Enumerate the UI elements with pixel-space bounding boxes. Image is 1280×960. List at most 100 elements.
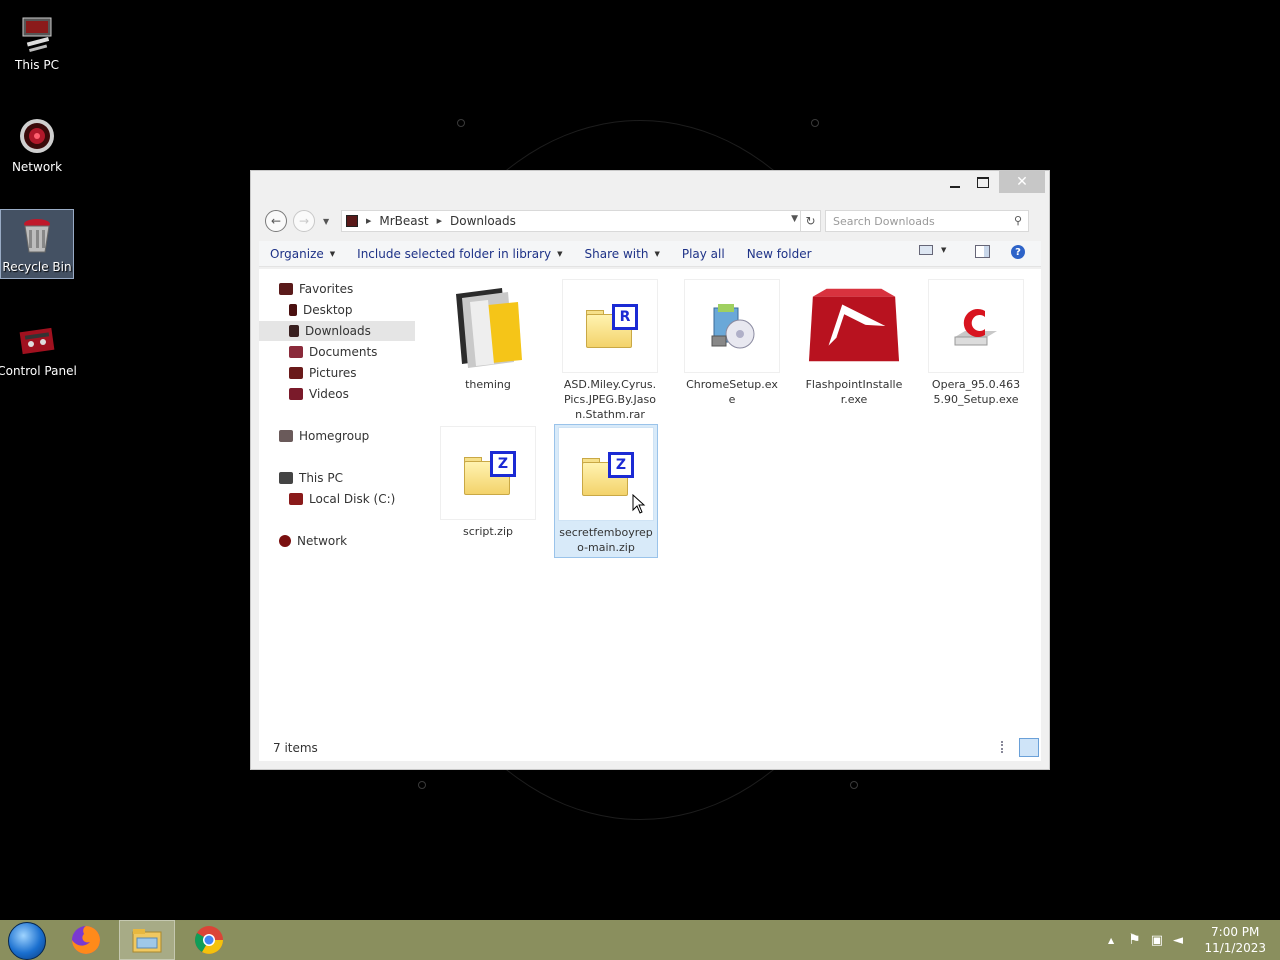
refresh-button[interactable]: ↻ [800,211,820,231]
breadcrumb-separator-icon: ▶ [436,217,442,225]
start-button[interactable] [8,922,46,960]
network-status-icon[interactable]: ▣ [1151,933,1163,948]
desktop-icon-this-pc[interactable]: This PC [0,8,74,78]
chevron-down-icon[interactable]: ▼ [791,214,798,224]
maximize-button[interactable] [969,171,997,193]
nav-favorites[interactable]: Favorites [279,279,353,299]
file-item-selected[interactable]: Z secretfemboyrepo-main.zip [554,424,658,558]
back-arrow-icon: ← [270,214,282,228]
play-all-button[interactable]: Play all [673,247,734,261]
change-view-button[interactable]: ▼ [919,245,946,255]
minimize-button[interactable] [941,171,969,193]
breadcrumb-item-mrbeast[interactable]: MrBeast [379,214,428,228]
pictures-icon [289,367,303,379]
clock-time: 7:00 PM [1211,925,1260,939]
wallpaper-dot [850,781,858,789]
taskbar-file-explorer[interactable] [119,920,175,960]
nav-homegroup[interactable]: Homegroup [279,426,369,446]
address-bar[interactable]: ▶ MrBeast ▶ Downloads ▼ ↻ [341,210,821,232]
organize-button[interactable]: Organize ▼ [261,247,344,261]
content-area: Favorites Desktop Downloads Documents Pi… [259,269,1041,761]
wallpaper-dot [811,119,819,127]
recent-locations-dropdown[interactable]: ▼ [323,217,337,226]
mouse-cursor-icon [632,494,646,514]
wallpaper-dot [457,119,465,127]
preview-pane-button[interactable] [975,245,990,258]
volume-icon[interactable]: ◄ [1173,933,1183,948]
nav-downloads[interactable]: Downloads [259,321,415,341]
file-item[interactable]: Opera_95.0.4635.90_Setup.exe [924,279,1028,407]
taskbar-firefox[interactable] [58,920,114,960]
system-tray: ▲ ⚑ ▣ ◄ [1108,920,1183,960]
refresh-icon: ↻ [805,214,816,228]
search-icon: ⚲ [1013,214,1022,227]
user-folder-icon [346,215,358,227]
chevron-down-icon: ▼ [329,249,336,258]
homegroup-icon [279,430,293,442]
rar-archive-icon: R [562,279,658,373]
flashpoint-icon [806,279,902,373]
new-folder-button[interactable]: New folder [738,247,821,261]
wallpaper-dot [418,781,426,789]
file-item[interactable]: Z script.zip [436,426,540,539]
file-item[interactable]: R ASD.Miley.Cyrus.Pics.JPEG.By.Jason.Sta… [558,279,662,422]
include-in-library-button[interactable]: Include selected folder in library ▼ [348,247,571,261]
nav-network[interactable]: Network [279,531,347,551]
command-bar: Organize ▼ Include selected folder in lib… [259,241,1041,267]
preview-pane-icon [975,245,990,258]
chrome-icon [195,926,223,954]
share-with-button[interactable]: Share with ▼ [576,247,669,261]
large-icons-view-button[interactable] [1019,738,1039,757]
chevron-down-icon: ▼ [941,246,947,254]
desktop-icon-recycle-bin[interactable]: Recycle Bin [0,209,74,279]
clock-date: 11/1/2023 [1204,941,1266,955]
taskbar: ▲ ⚑ ▣ ◄ 7:00 PM 11/1/2023 [0,920,1280,960]
nav-desktop[interactable]: Desktop [289,300,353,320]
network-icon [279,535,291,547]
nav-pictures[interactable]: Pictures [289,363,357,383]
control-panel-icon [17,320,57,360]
breadcrumb-item-downloads[interactable]: Downloads [450,214,516,228]
explorer-window: ✕ ← → ▼ ▶ MrBeast ▶ Downloads ▼ ↻ Search… [250,170,1050,770]
show-hidden-icons-button[interactable]: ▲ [1108,936,1114,945]
desktop-icon-network[interactable]: Network [0,110,74,180]
navigation-pane: Favorites Desktop Downloads Documents Pi… [259,269,419,739]
back-button[interactable]: ← [265,210,287,232]
nav-videos[interactable]: Videos [289,384,349,404]
file-item[interactable]: ChromeSetup.exe [680,279,784,407]
zip-archive-icon: Z [440,426,536,520]
drive-icon [289,493,303,505]
file-list: theming R ASD.Miley.Cyrus.Pics.JPEG.By.J… [434,269,1041,739]
search-placeholder: Search Downloads [833,214,935,228]
folder-icon [440,279,536,373]
file-item[interactable]: theming [436,279,540,392]
videos-icon [289,388,303,400]
action-center-flag-icon[interactable]: ⚑ [1128,932,1141,948]
view-icon [919,245,933,255]
chevron-down-icon: ▼ [557,249,563,258]
help-icon: ? [1011,245,1025,259]
desktop-icon [289,304,297,316]
close-button[interactable]: ✕ [999,171,1045,193]
chevron-down-icon: ▼ [654,249,660,258]
desktop-icon-control-panel[interactable]: Control Panel [0,314,77,384]
downloads-icon [289,325,299,337]
firefox-icon [72,926,100,954]
documents-icon [289,346,303,358]
clock[interactable]: 7:00 PM 11/1/2023 [1204,924,1266,956]
search-input[interactable]: Search Downloads ⚲ [825,210,1029,232]
forward-button[interactable]: → [293,210,315,232]
computer-icon [17,14,57,54]
title-bar[interactable]: ✕ [251,171,1049,205]
star-icon [279,283,293,295]
recycle-bin-icon [17,216,57,256]
taskbar-chrome[interactable] [181,920,237,960]
nav-local-disk[interactable]: Local Disk (C:) [289,489,395,509]
nav-this-pc[interactable]: This PC [279,468,343,488]
help-button[interactable]: ? [1011,245,1025,259]
installer-icon [684,279,780,373]
computer-icon [279,472,293,484]
details-view-button[interactable] [1001,741,1015,753]
file-item[interactable]: FlashpointInstaller.exe [802,279,906,407]
nav-documents[interactable]: Documents [289,342,377,362]
